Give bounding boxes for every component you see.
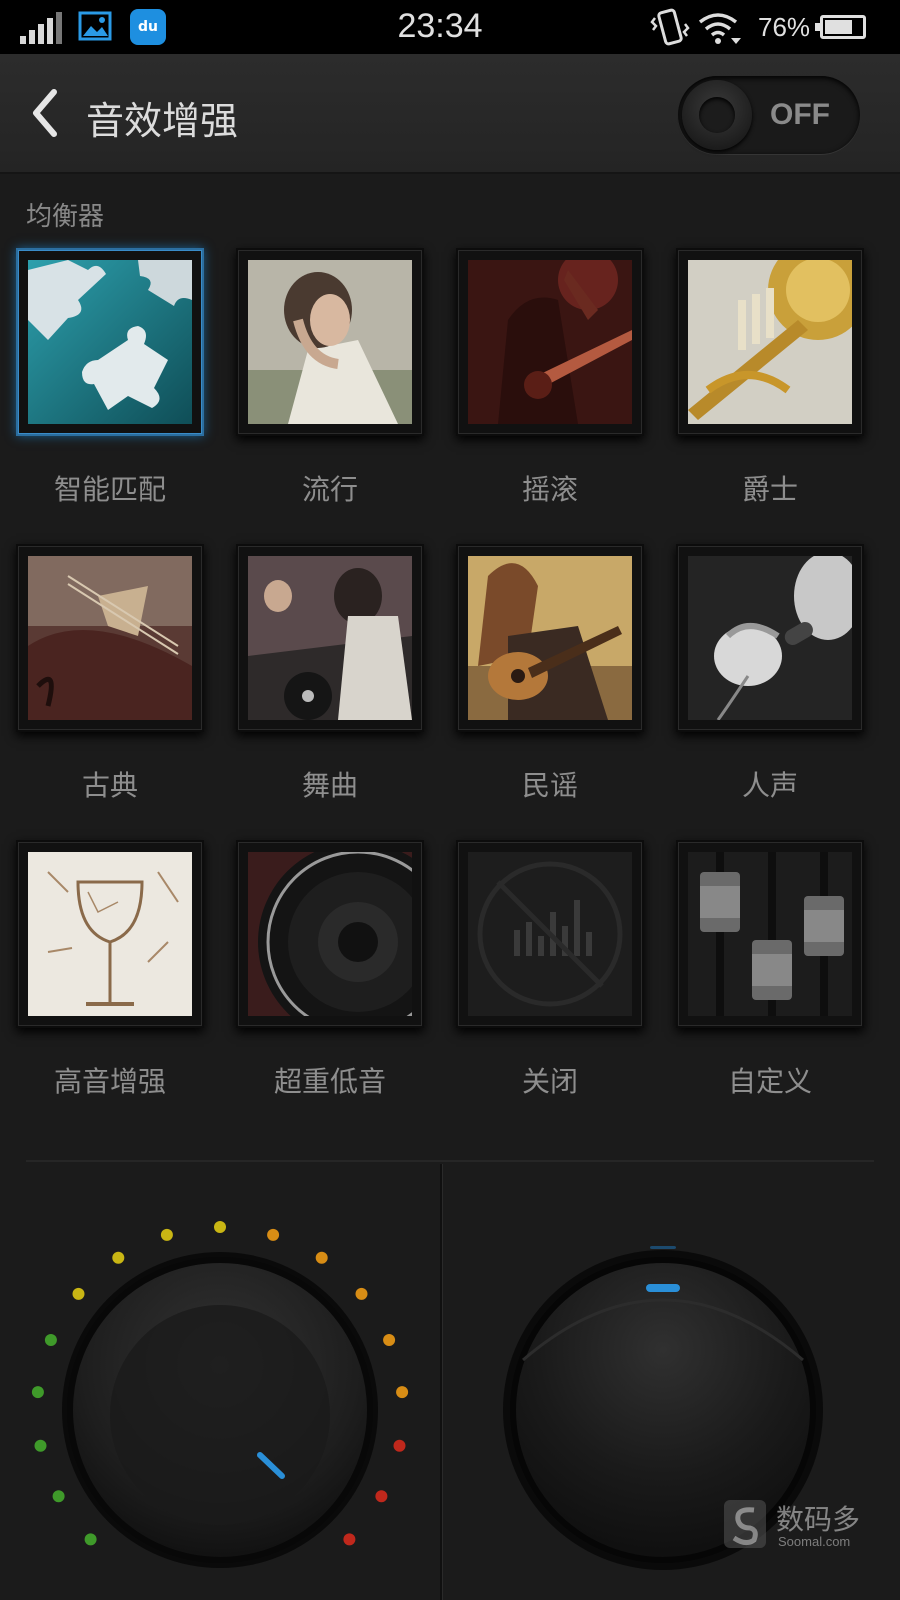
vibrate-icon (650, 8, 690, 46)
led-dot (375, 1490, 388, 1503)
equalizer-section-label: 均衡器 (26, 202, 105, 232)
mixer-sliders-icon (688, 852, 852, 1016)
led-dot (355, 1287, 368, 1300)
status-bar: du 23:34 76% (0, 0, 900, 54)
led-dot (44, 1334, 57, 1346)
led-dot (343, 1533, 356, 1546)
wifi-icon (698, 13, 741, 44)
preset-frame (16, 840, 204, 1028)
preset-label: 民谣 (521, 769, 578, 802)
preset-frame (456, 248, 644, 436)
led-dot (160, 1228, 173, 1241)
preset-frame (236, 840, 424, 1028)
led-dot (34, 1439, 47, 1452)
preset-label: 摇滚 (521, 473, 578, 506)
speaker-photo (248, 852, 412, 1016)
preset-treble-boost[interactable]: 高音增强 (0, 832, 220, 1122)
singer-photo (688, 556, 852, 720)
preset-label: 古典 (81, 769, 138, 802)
preset-label: 关闭 (521, 1065, 578, 1098)
clock: 23:34 (397, 7, 483, 45)
led-dot (383, 1334, 396, 1346)
preset-label: 高音增强 (53, 1065, 166, 1098)
toggle-knob (682, 80, 752, 150)
toggle-label: OFF (770, 98, 830, 131)
preset-frame (236, 544, 424, 732)
watermark-text: 数码多 (776, 1503, 861, 1536)
jazz-trumpet-photo (688, 260, 852, 424)
led-dot (214, 1221, 226, 1233)
led-dot (52, 1490, 65, 1503)
pop-photo (248, 260, 412, 424)
preset-label: 人声 (741, 769, 798, 802)
preset-folk[interactable]: 民谣 (440, 536, 660, 826)
preset-custom[interactable]: 自定义 (660, 832, 880, 1122)
preset-super-bass[interactable]: 超重低音 (220, 832, 440, 1122)
preset-frame (16, 544, 204, 732)
violin-photo (28, 556, 192, 720)
signal-icon (20, 12, 62, 44)
sound-effect-toggle[interactable]: OFF (678, 76, 860, 154)
gallery-icon (78, 11, 112, 41)
knob-indicator (646, 1284, 680, 1292)
preset-dance[interactable]: 舞曲 (220, 536, 440, 826)
baidu-du-icon: du (130, 9, 166, 45)
eq-off-icon (468, 852, 632, 1016)
preset-classical[interactable]: 古典 (0, 536, 220, 826)
preset-rock[interactable]: 摇滚 (440, 240, 660, 530)
watermark: 数码多 Soomal.com (722, 1496, 872, 1556)
preset-label: 爵士 (741, 473, 798, 506)
section-divider (26, 1160, 874, 1162)
preset-label: 超重低音 (273, 1065, 386, 1098)
preset-frame (236, 248, 424, 436)
soomal-logo-icon (724, 1500, 766, 1548)
puzzle-image (28, 260, 192, 424)
preset-frame (16, 248, 204, 436)
bass-boost-knob[interactable] (20, 1200, 420, 1600)
preset-frame (676, 544, 864, 732)
preset-frame (456, 544, 644, 732)
preset-off[interactable]: 关闭 (440, 832, 660, 1122)
knob-divider (440, 1164, 442, 1600)
led-dot (84, 1533, 97, 1546)
battery-percent: 76% (758, 12, 811, 42)
preset-label: 智能匹配 (53, 473, 166, 506)
preset-smart-match[interactable]: 智能匹配 (0, 240, 220, 530)
led-dot (112, 1251, 125, 1264)
preset-pop[interactable]: 流行 (220, 240, 440, 530)
preset-label: 自定义 (727, 1065, 812, 1098)
led-dot (31, 1386, 44, 1399)
dj-photo (248, 556, 412, 720)
led-dot (393, 1439, 406, 1452)
battery-icon (815, 15, 866, 39)
led-dot (396, 1386, 409, 1399)
preset-frame (676, 248, 864, 436)
app-header: 音效增强 OFF (0, 54, 900, 174)
page-title: 音效增强 (86, 99, 239, 143)
preset-label: 舞曲 (301, 769, 358, 802)
watermark-sub: Soomal.com (778, 1534, 851, 1549)
led-dot (72, 1287, 85, 1300)
back-arrow-icon[interactable] (20, 82, 68, 144)
guitar-photo (468, 556, 632, 720)
preset-frame (456, 840, 644, 1028)
wine-glass-photo (28, 852, 192, 1016)
preset-frame (676, 840, 864, 1028)
preset-vocal[interactable]: 人声 (660, 536, 880, 826)
rock-photo (468, 260, 632, 424)
led-dot (315, 1251, 328, 1264)
preset-label: 流行 (301, 473, 358, 506)
led-dot (267, 1228, 280, 1241)
preset-jazz[interactable]: 爵士 (660, 240, 880, 530)
